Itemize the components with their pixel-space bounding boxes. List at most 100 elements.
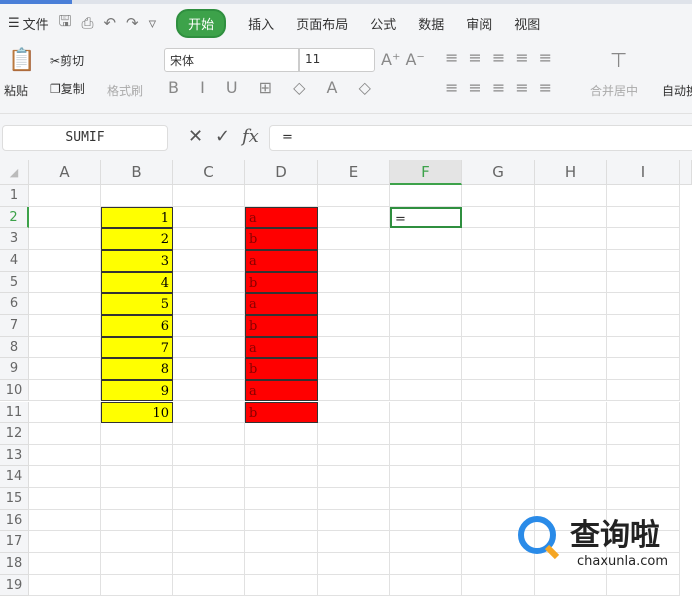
confirm-icon[interactable]: ✓ bbox=[215, 126, 230, 147]
cell[interactable] bbox=[318, 358, 390, 380]
cell[interactable] bbox=[607, 466, 680, 489]
cell-D5[interactable]: b bbox=[245, 271, 318, 294]
cell[interactable] bbox=[173, 509, 245, 532]
cell[interactable] bbox=[607, 228, 680, 250]
cell[interactable] bbox=[607, 249, 680, 272]
cell[interactable] bbox=[535, 401, 607, 424]
cell[interactable] bbox=[245, 444, 318, 467]
cell[interactable] bbox=[173, 249, 245, 272]
column-header-H[interactable]: H bbox=[535, 160, 607, 185]
merge-center-button[interactable]: 合并居中 bbox=[590, 82, 638, 99]
paste-icon[interactable]: 📋 bbox=[8, 48, 35, 73]
row-header-12[interactable]: 12 bbox=[0, 423, 29, 445]
cell[interactable] bbox=[318, 379, 390, 402]
cell[interactable] bbox=[173, 574, 245, 596]
cell[interactable] bbox=[101, 444, 173, 467]
cell[interactable] bbox=[318, 206, 390, 229]
halign-icons[interactable]: ≡≡≡≡≡ bbox=[445, 78, 562, 97]
select-all-corner[interactable]: ◢ bbox=[0, 160, 29, 185]
cell[interactable] bbox=[245, 185, 318, 207]
cell[interactable] bbox=[173, 488, 245, 510]
cell[interactable] bbox=[29, 401, 101, 424]
cell[interactable] bbox=[607, 314, 680, 337]
cell-B3[interactable]: 2 bbox=[101, 228, 173, 250]
tab-data[interactable]: 数据 bbox=[418, 14, 444, 33]
cell[interactable] bbox=[173, 553, 245, 575]
cell[interactable] bbox=[318, 228, 390, 250]
cell[interactable] bbox=[607, 271, 680, 294]
cell[interactable] bbox=[390, 293, 462, 315]
print-icon[interactable]: ⎙ bbox=[81, 14, 93, 32]
cell[interactable] bbox=[173, 293, 245, 315]
cell[interactable] bbox=[535, 249, 607, 272]
cell[interactable] bbox=[29, 553, 101, 575]
cell[interactable] bbox=[462, 228, 535, 250]
cell-D6[interactable]: a bbox=[245, 293, 318, 315]
cell[interactable] bbox=[462, 574, 535, 596]
cell[interactable] bbox=[607, 185, 680, 207]
cell-B9[interactable]: 8 bbox=[101, 358, 173, 380]
active-cell-F2[interactable]: = bbox=[390, 206, 462, 229]
cell[interactable] bbox=[535, 336, 607, 359]
cell[interactable] bbox=[245, 553, 318, 575]
cell[interactable] bbox=[245, 423, 318, 445]
cell[interactable] bbox=[462, 293, 535, 315]
grow-font-icon[interactable]: A⁺ A⁻ bbox=[381, 50, 425, 69]
cell[interactable] bbox=[318, 444, 390, 467]
tab-home[interactable]: 开始 bbox=[176, 8, 227, 38]
save-icon[interactable]: 🖫 bbox=[59, 11, 72, 36]
paste-button[interactable]: 粘贴 bbox=[4, 82, 28, 99]
copy-button[interactable]: ❐复制 bbox=[50, 80, 85, 97]
cell[interactable] bbox=[173, 206, 245, 229]
cell[interactable] bbox=[173, 444, 245, 467]
customize-icon[interactable]: ▿ bbox=[149, 14, 157, 32]
cell[interactable] bbox=[462, 249, 535, 272]
font-style-icons[interactable]: B I U ⊞ ◇ A ◇ bbox=[168, 78, 379, 97]
cell[interactable] bbox=[535, 228, 607, 250]
cell[interactable] bbox=[318, 553, 390, 575]
cell[interactable] bbox=[29, 271, 101, 294]
cell[interactable] bbox=[29, 249, 101, 272]
redo-icon[interactable]: ↷ bbox=[126, 14, 139, 32]
row-header-15[interactable]: 15 bbox=[0, 488, 29, 510]
cell[interactable] bbox=[29, 509, 101, 532]
cell[interactable] bbox=[462, 401, 535, 424]
cell[interactable] bbox=[390, 444, 462, 467]
file-menu[interactable]: ☰ 文件 bbox=[8, 14, 49, 33]
cell[interactable] bbox=[462, 379, 535, 402]
row-header-11[interactable]: 11 bbox=[0, 401, 29, 424]
merge-icon[interactable]: ⊤ bbox=[610, 48, 627, 72]
cell[interactable] bbox=[318, 249, 390, 272]
formula-input[interactable]: = bbox=[269, 125, 692, 151]
row-header-5[interactable]: 5 bbox=[0, 271, 29, 294]
cell[interactable] bbox=[29, 444, 101, 467]
cell[interactable] bbox=[173, 531, 245, 554]
cell[interactable] bbox=[173, 423, 245, 445]
cell-D10[interactable]: a bbox=[245, 379, 318, 402]
cell[interactable] bbox=[29, 488, 101, 510]
cell[interactable] bbox=[29, 574, 101, 596]
row-header-10[interactable]: 10 bbox=[0, 379, 29, 402]
cell[interactable] bbox=[390, 271, 462, 294]
row-header-16[interactable]: 16 bbox=[0, 509, 29, 532]
cell[interactable] bbox=[101, 531, 173, 554]
tab-formulas[interactable]: 公式 bbox=[370, 14, 396, 33]
cell-D4[interactable]: a bbox=[245, 249, 318, 272]
column-header-B[interactable]: B bbox=[101, 160, 173, 185]
cell[interactable] bbox=[101, 574, 173, 596]
cell[interactable] bbox=[245, 488, 318, 510]
tab-view[interactable]: 视图 bbox=[514, 14, 540, 33]
cell[interactable] bbox=[245, 509, 318, 532]
cell[interactable] bbox=[535, 358, 607, 380]
cell[interactable] bbox=[462, 206, 535, 229]
tab-review[interactable]: 审阅 bbox=[466, 14, 492, 33]
cell[interactable] bbox=[318, 423, 390, 445]
cell[interactable] bbox=[390, 228, 462, 250]
cell[interactable] bbox=[390, 185, 462, 207]
cell[interactable] bbox=[535, 466, 607, 489]
row-header-8[interactable]: 8 bbox=[0, 336, 29, 359]
cell-D11[interactable]: b bbox=[245, 401, 318, 424]
cell[interactable] bbox=[245, 574, 318, 596]
cell[interactable] bbox=[29, 379, 101, 402]
cell-B6[interactable]: 5 bbox=[101, 293, 173, 315]
